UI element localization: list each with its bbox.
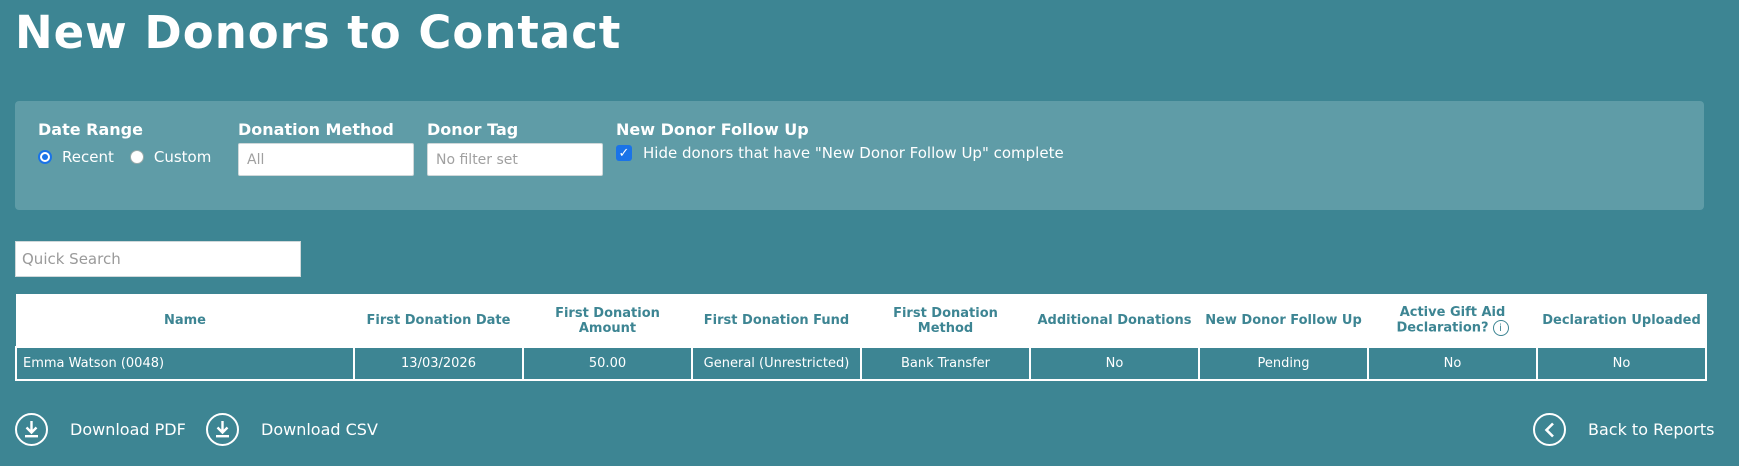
hide-complete-checkbox[interactable]: ✓ xyxy=(616,145,632,161)
table-header-row: Name First Donation Date First Donation … xyxy=(15,294,1707,348)
donation-method-filter: Donation Method xyxy=(238,120,414,176)
col-header-new-donor-follow-up[interactable]: New Donor Follow Up xyxy=(1198,294,1369,348)
follow-up-label: New Donor Follow Up xyxy=(616,120,809,139)
col-header-name[interactable]: Name xyxy=(15,294,355,348)
back-to-reports-button[interactable]: Back to Reports xyxy=(1533,413,1714,446)
date-range-filter: Date Range Recent Custom xyxy=(38,120,227,166)
radio-custom[interactable] xyxy=(129,150,144,164)
cell-first-donation-date: 13/03/2026 xyxy=(353,346,524,381)
download-icon xyxy=(206,413,239,446)
cell-new-donor-follow-up: Pending xyxy=(1198,346,1369,381)
download-icon xyxy=(15,413,48,446)
page-title: New Donors to Contact xyxy=(15,6,622,59)
download-pdf-button[interactable]: Download PDF xyxy=(15,413,186,446)
download-csv-button[interactable]: Download CSV xyxy=(206,413,378,446)
col-header-declaration-uploaded[interactable]: Declaration Uploaded xyxy=(1536,294,1707,348)
col-header-first-donation-date[interactable]: First Donation Date xyxy=(353,294,524,348)
radio-recent[interactable] xyxy=(38,150,52,164)
col-header-first-donation-fund[interactable]: First Donation Fund xyxy=(691,294,862,348)
radio-recent-label[interactable]: Recent xyxy=(62,148,114,166)
cell-declaration-uploaded: No xyxy=(1536,346,1707,381)
cell-additional-donations: No xyxy=(1029,346,1200,381)
col-header-first-donation-method[interactable]: First Donation Method xyxy=(860,294,1031,348)
download-csv-label: Download CSV xyxy=(261,420,378,439)
info-icon[interactable]: i xyxy=(1492,320,1509,336)
col-header-gift-aid[interactable]: Active Gift Aid Declaration? i xyxy=(1367,294,1538,348)
filter-panel: Date Range Recent Custom Donation Method… xyxy=(15,101,1704,210)
donor-tag-input[interactable] xyxy=(427,143,603,176)
cell-first-donation-amount: 50.00 xyxy=(522,346,693,381)
table-row[interactable]: Emma Watson (0048) 13/03/2026 50.00 Gene… xyxy=(15,346,1707,381)
col-header-first-donation-amount[interactable]: First Donation Amount xyxy=(522,294,693,348)
quick-search-input[interactable] xyxy=(15,241,301,277)
follow-up-filter: New Donor Follow Up ✓ Hide donors that h… xyxy=(616,120,1064,162)
donor-tag-label: Donor Tag xyxy=(427,120,519,139)
cell-name[interactable]: Emma Watson (0048) xyxy=(15,346,355,381)
donation-method-label: Donation Method xyxy=(238,120,394,139)
donors-table: Name First Donation Date First Donation … xyxy=(15,294,1707,381)
date-range-label: Date Range xyxy=(38,120,143,139)
col-header-additional-donations[interactable]: Additional Donations xyxy=(1029,294,1200,348)
gift-aid-header-label: Active Gift Aid Declaration? xyxy=(1396,305,1506,336)
cell-gift-aid: No xyxy=(1367,346,1538,381)
radio-custom-label[interactable]: Custom xyxy=(154,148,211,166)
donation-method-input[interactable] xyxy=(238,143,414,176)
back-to-reports-label: Back to Reports xyxy=(1588,420,1715,439)
cell-first-donation-fund: General (Unrestricted) xyxy=(691,346,862,381)
chevron-left-icon xyxy=(1533,413,1566,446)
donor-tag-filter: Donor Tag xyxy=(427,120,603,176)
cell-first-donation-method: Bank Transfer xyxy=(860,346,1031,381)
hide-complete-label[interactable]: Hide donors that have "New Donor Follow … xyxy=(643,144,1064,162)
download-pdf-label: Download PDF xyxy=(70,420,186,439)
